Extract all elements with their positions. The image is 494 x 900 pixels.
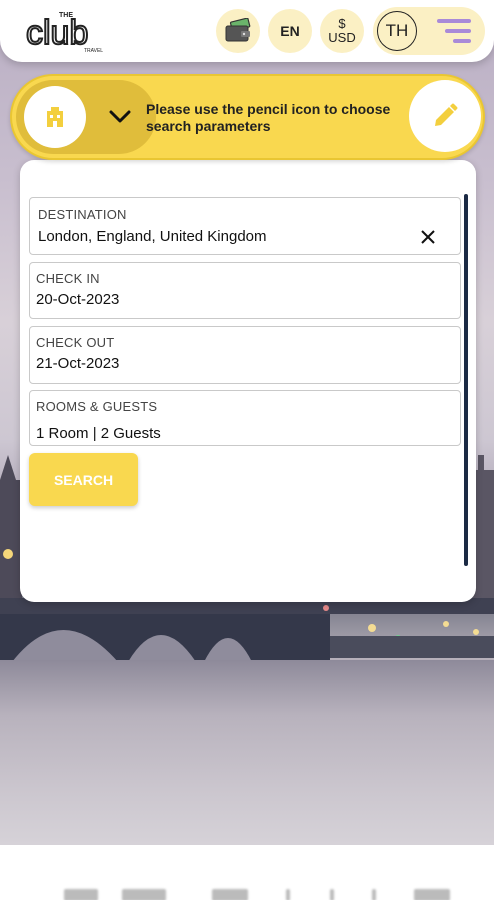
blurred-item: [286, 889, 290, 900]
search-banner: Please use the pencil icon to choose sea…: [10, 74, 485, 160]
language-button[interactable]: EN: [268, 9, 312, 53]
check-out-label: CHECK OUT: [36, 335, 115, 350]
banner-message: Please use the pencil icon to choose sea…: [146, 101, 391, 134]
blurred-item: [414, 889, 450, 900]
blurred-item: [122, 889, 166, 900]
clear-destination-button[interactable]: [418, 227, 438, 247]
check-in-value[interactable]: 20-Oct-2023: [36, 291, 119, 308]
product-selector[interactable]: [16, 80, 156, 154]
destination-label: DESTINATION: [38, 207, 127, 222]
avatar[interactable]: TH: [377, 11, 417, 51]
check-in-field[interactable]: CHECK IN 20-Oct-2023: [29, 262, 461, 319]
hotel-button[interactable]: [24, 86, 86, 148]
rooms-guests-field[interactable]: ROOMS & GUESTS 1 Room | 2 Guests: [29, 390, 461, 446]
search-button[interactable]: SEARCH: [29, 453, 138, 506]
rooms-guests-value[interactable]: 1 Room | 2 Guests: [36, 425, 161, 442]
river: [0, 660, 494, 845]
svg-text:TRAVEL: TRAVEL: [84, 48, 103, 54]
check-out-value[interactable]: 21-Oct-2023: [36, 355, 119, 372]
svg-text:club: club: [26, 14, 88, 52]
club-travel-logo[interactable]: THE club TRAVEL: [25, 8, 122, 54]
close-icon: [421, 230, 435, 244]
language-label: EN: [280, 23, 300, 39]
check-in-label: CHECK IN: [36, 271, 100, 286]
blurred-item: [64, 889, 98, 900]
hotel-icon: [47, 107, 63, 127]
top-header: THE club TRAVEL EN $ USD TH: [0, 0, 494, 62]
menu-icon: [437, 19, 471, 43]
search-form-card: DESTINATION London, England, United King…: [20, 160, 476, 602]
user-menu-pill: TH: [373, 7, 485, 55]
destination-value[interactable]: London, England, United Kingdom: [38, 228, 267, 245]
pencil-icon: [435, 103, 458, 126]
check-out-field[interactable]: CHECK OUT 21-Oct-2023: [29, 326, 461, 384]
user-initials: TH: [385, 21, 409, 40]
menu-button[interactable]: [435, 15, 475, 47]
blurred-item: [372, 889, 376, 900]
currency-symbol: $: [338, 16, 346, 31]
blurred-item: [330, 889, 334, 900]
currency-button[interactable]: $ USD: [320, 9, 364, 53]
wallet-button[interactable]: [216, 9, 260, 53]
scrollbar[interactable]: [464, 194, 468, 566]
wallet-icon: [225, 18, 251, 42]
bottom-content-strip: [0, 845, 494, 900]
pencil-button[interactable]: [409, 80, 481, 152]
destination-field[interactable]: DESTINATION London, England, United King…: [29, 197, 461, 255]
currency-code: USD: [328, 30, 356, 45]
rooms-guests-label: ROOMS & GUESTS: [36, 399, 158, 414]
chevron-down-icon[interactable]: [108, 107, 132, 127]
blurred-item: [212, 889, 248, 900]
